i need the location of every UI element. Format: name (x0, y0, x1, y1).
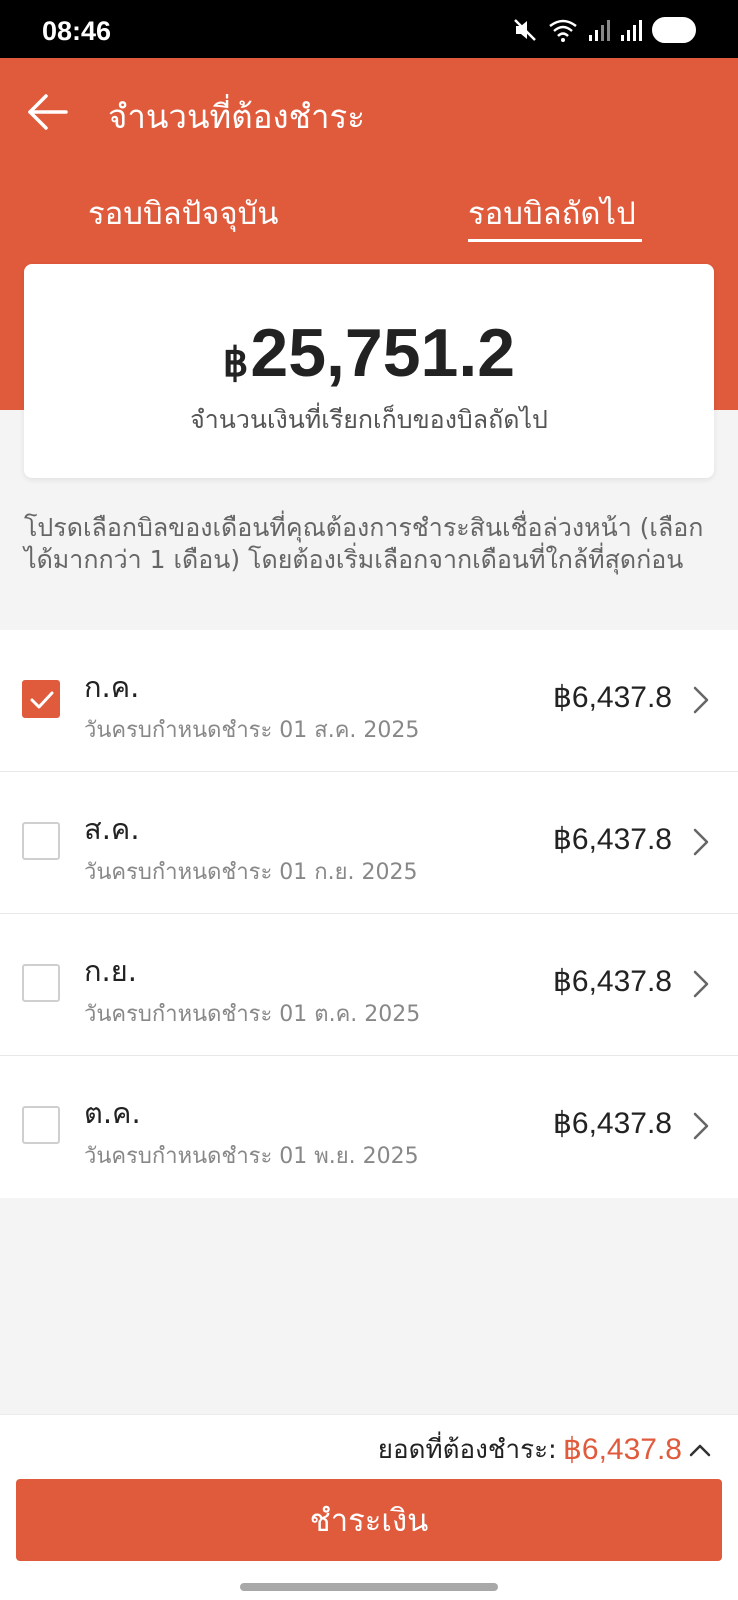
chevron-right-icon[interactable] (692, 1111, 710, 1141)
bill-due-date: วันครบกำหนดชำระ 01 ต.ค. 2025 (84, 1002, 421, 1027)
status-icons (512, 17, 696, 43)
total-amount: ฿6,437.8 (562, 1433, 682, 1466)
chevron-right-icon[interactable] (692, 685, 710, 715)
bill-list: ก.ค. วันครบกำหนดชำระ 01 ส.ค. 2025 ฿6,437… (0, 630, 738, 1198)
bill-checkbox[interactable] (22, 822, 60, 860)
bill-checkbox[interactable] (22, 964, 60, 1002)
bill-row[interactable]: ก.ค. วันครบกำหนดชำระ 01 ส.ค. 2025 ฿6,437… (0, 630, 738, 772)
checkmark-icon (30, 691, 54, 709)
instruction-text: โปรดเลือกบิลของเดือนที่คุณต้องการชำระสิน… (24, 513, 704, 574)
bill-due-date: วันครบกำหนดชำระ 01 พ.ย. 2025 (84, 1144, 419, 1169)
pay-button[interactable]: ชำระเงิน (16, 1479, 722, 1561)
bill-checkbox[interactable] (22, 680, 60, 718)
bill-row[interactable]: ต.ค. วันครบกำหนดชำระ 01 พ.ย. 2025 ฿6,437… (0, 1056, 738, 1198)
page-title: จำนวนที่ต้องชำระ (108, 97, 366, 136)
bill-amount: ฿6,437.8 (552, 1107, 672, 1140)
summary-amount: ฿25,751.2 (24, 314, 714, 392)
bill-due-date: วันครบกำหนดชำระ 01 ก.ย. 2025 (84, 860, 418, 885)
currency-symbol: ฿ (222, 341, 249, 385)
bill-month: ก.ค. (84, 670, 140, 704)
battery-icon (652, 17, 696, 43)
tab-next-bill[interactable]: รอบบิลถัดไป (468, 188, 636, 240)
bill-amount: ฿6,437.8 (552, 681, 672, 714)
chevron-right-icon[interactable] (692, 827, 710, 857)
home-indicator (240, 1583, 498, 1591)
summary-caption: จำนวนเงินที่เรียกเก็บของบิลถัดไป (190, 405, 548, 434)
bill-row[interactable]: ก.ย. วันครบกำหนดชำระ 01 ต.ค. 2025 ฿6,437… (0, 914, 738, 1056)
summary-amount-value: 25,751.2 (250, 315, 516, 391)
back-arrow-icon[interactable] (24, 88, 72, 136)
bill-month: ต.ค. (84, 1096, 141, 1130)
status-bar: 08:46 (0, 0, 738, 58)
bill-amount: ฿6,437.8 (552, 965, 672, 998)
bill-amount: ฿6,437.8 (552, 823, 672, 856)
bill-row[interactable]: ส.ค. วันครบกำหนดชำระ 01 ก.ย. 2025 ฿6,437… (0, 772, 738, 914)
chevron-up-icon[interactable] (688, 1442, 712, 1458)
chevron-right-icon[interactable] (692, 969, 710, 999)
bill-month: ก.ย. (84, 954, 137, 988)
bill-month: ส.ค. (84, 812, 140, 846)
status-time: 08:46 (42, 16, 112, 46)
active-tab-indicator (468, 239, 642, 242)
total-row[interactable]: ยอดที่ต้องชำระ: ฿6,437.8 (378, 1429, 712, 1470)
total-label: ยอดที่ต้องชำระ: (377, 1435, 557, 1465)
bottom-bar: ยอดที่ต้องชำระ: ฿6,437.8 ชำระเงิน (0, 1414, 738, 1600)
wifi-icon (549, 19, 577, 42)
bill-due-date: วันครบกำหนดชำระ 01 ส.ค. 2025 (84, 718, 420, 743)
signal-icon-2 (621, 20, 642, 41)
bill-checkbox[interactable] (22, 1106, 60, 1144)
mute-icon (514, 19, 536, 41)
tab-current-bill[interactable]: รอบบิลปัจจุบัน (88, 188, 279, 240)
signal-icon (589, 20, 610, 41)
summary-card: ฿25,751.2 จำนวนเงินที่เรียกเก็บของบิลถัด… (24, 264, 714, 478)
